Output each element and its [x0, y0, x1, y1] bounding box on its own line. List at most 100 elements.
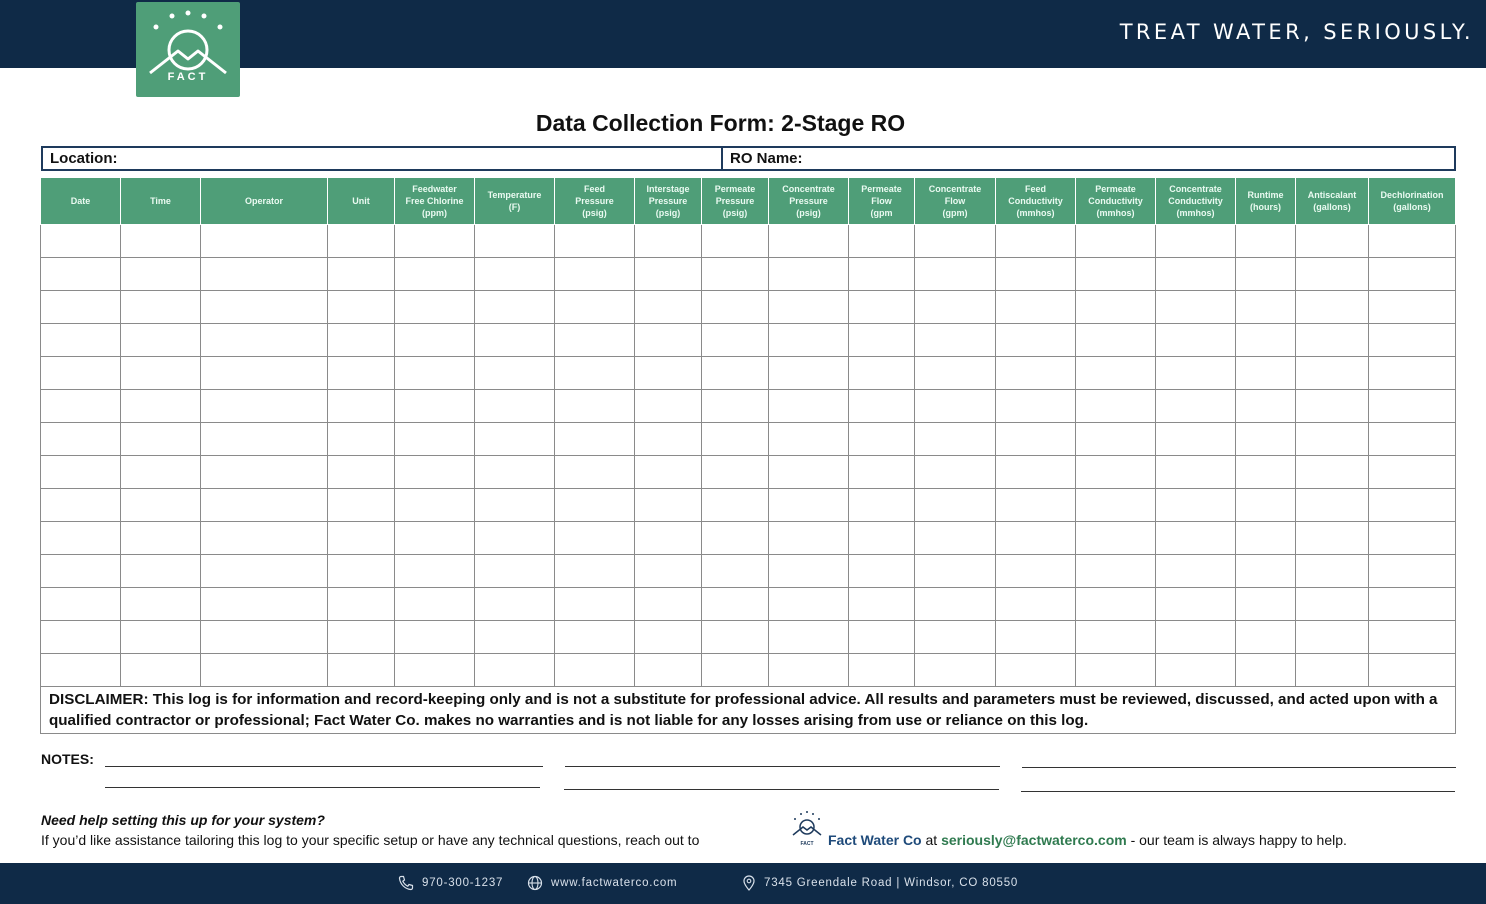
- entry-cell[interactable]: [1075, 620, 1156, 654]
- entry-cell[interactable]: [120, 554, 201, 588]
- entry-cell[interactable]: [327, 224, 395, 258]
- entry-cell[interactable]: [634, 620, 702, 654]
- entry-cell[interactable]: [914, 224, 996, 258]
- entry-cell[interactable]: [768, 488, 849, 522]
- entry-cell[interactable]: [394, 257, 475, 291]
- entry-cell[interactable]: [701, 554, 769, 588]
- notes-line[interactable]: [564, 789, 999, 790]
- entry-cell[interactable]: [40, 455, 121, 489]
- entry-cell[interactable]: [1368, 587, 1456, 621]
- entry-cell[interactable]: [120, 620, 201, 654]
- entry-cell[interactable]: [1075, 224, 1156, 258]
- entry-cell[interactable]: [40, 356, 121, 390]
- entry-cell[interactable]: [474, 356, 555, 390]
- entry-cell[interactable]: [474, 455, 555, 489]
- entry-cell[interactable]: [634, 389, 702, 423]
- entry-cell[interactable]: [1155, 554, 1236, 588]
- entry-cell[interactable]: [1155, 521, 1236, 555]
- entry-cell[interactable]: [768, 521, 849, 555]
- entry-cell[interactable]: [995, 521, 1076, 555]
- entry-cell[interactable]: [40, 323, 121, 357]
- entry-cell[interactable]: [394, 587, 475, 621]
- entry-cell[interactable]: [1368, 455, 1456, 489]
- notes-line[interactable]: [1021, 791, 1455, 792]
- entry-cell[interactable]: [40, 257, 121, 291]
- entry-cell[interactable]: [1075, 653, 1156, 687]
- entry-cell[interactable]: [554, 323, 635, 357]
- entry-cell[interactable]: [995, 620, 1076, 654]
- entry-cell[interactable]: [995, 224, 1076, 258]
- entry-cell[interactable]: [995, 488, 1076, 522]
- entry-cell[interactable]: [200, 488, 328, 522]
- entry-cell[interactable]: [634, 257, 702, 291]
- entry-cell[interactable]: [1235, 389, 1296, 423]
- entry-cell[interactable]: [701, 488, 769, 522]
- entry-cell[interactable]: [701, 224, 769, 258]
- entry-cell[interactable]: [40, 389, 121, 423]
- entry-cell[interactable]: [1295, 323, 1369, 357]
- entry-cell[interactable]: [554, 356, 635, 390]
- entry-cell[interactable]: [474, 521, 555, 555]
- entry-cell[interactable]: [327, 521, 395, 555]
- entry-cell[interactable]: [1155, 455, 1236, 489]
- entry-cell[interactable]: [40, 290, 121, 324]
- entry-cell[interactable]: [1075, 257, 1156, 291]
- entry-cell[interactable]: [554, 422, 635, 456]
- entry-cell[interactable]: [701, 422, 769, 456]
- entry-cell[interactable]: [554, 554, 635, 588]
- entry-cell[interactable]: [1155, 389, 1236, 423]
- entry-cell[interactable]: [1235, 554, 1296, 588]
- entry-cell[interactable]: [1295, 257, 1369, 291]
- entry-cell[interactable]: [1368, 488, 1456, 522]
- entry-cell[interactable]: [394, 554, 475, 588]
- entry-cell[interactable]: [1155, 587, 1236, 621]
- footer-phone[interactable]: 970-300-1237: [398, 875, 503, 891]
- entry-cell[interactable]: [120, 356, 201, 390]
- entry-cell[interactable]: [1235, 620, 1296, 654]
- entry-cell[interactable]: [634, 554, 702, 588]
- entry-cell[interactable]: [1075, 455, 1156, 489]
- entry-cell[interactable]: [848, 422, 915, 456]
- entry-cell[interactable]: [120, 521, 201, 555]
- entry-cell[interactable]: [768, 455, 849, 489]
- entry-cell[interactable]: [1235, 653, 1296, 687]
- entry-cell[interactable]: [768, 290, 849, 324]
- entry-cell[interactable]: [1155, 356, 1236, 390]
- entry-cell[interactable]: [1368, 323, 1456, 357]
- entry-cell[interactable]: [1075, 488, 1156, 522]
- entry-cell[interactable]: [995, 257, 1076, 291]
- entry-cell[interactable]: [200, 587, 328, 621]
- entry-cell[interactable]: [914, 554, 996, 588]
- entry-cell[interactable]: [327, 587, 395, 621]
- entry-cell[interactable]: [1295, 587, 1369, 621]
- entry-cell[interactable]: [1295, 521, 1369, 555]
- entry-cell[interactable]: [701, 389, 769, 423]
- entry-cell[interactable]: [1155, 620, 1236, 654]
- entry-cell[interactable]: [200, 422, 328, 456]
- entry-cell[interactable]: [848, 554, 915, 588]
- entry-cell[interactable]: [914, 257, 996, 291]
- entry-cell[interactable]: [634, 488, 702, 522]
- entry-cell[interactable]: [768, 653, 849, 687]
- entry-cell[interactable]: [1368, 620, 1456, 654]
- notes-line[interactable]: [105, 766, 543, 767]
- entry-cell[interactable]: [200, 521, 328, 555]
- entry-cell[interactable]: [1295, 554, 1369, 588]
- entry-cell[interactable]: [848, 323, 915, 357]
- entry-cell[interactable]: [1075, 356, 1156, 390]
- entry-cell[interactable]: [914, 653, 996, 687]
- entry-cell[interactable]: [914, 290, 996, 324]
- entry-cell[interactable]: [554, 290, 635, 324]
- entry-cell[interactable]: [914, 455, 996, 489]
- entry-cell[interactable]: [1075, 389, 1156, 423]
- entry-cell[interactable]: [200, 257, 328, 291]
- entry-cell[interactable]: [1155, 653, 1236, 687]
- entry-cell[interactable]: [1295, 290, 1369, 324]
- entry-cell[interactable]: [200, 224, 328, 258]
- entry-cell[interactable]: [1295, 356, 1369, 390]
- entry-cell[interactable]: [914, 620, 996, 654]
- entry-cell[interactable]: [701, 521, 769, 555]
- entry-cell[interactable]: [634, 587, 702, 621]
- entry-cell[interactable]: [200, 323, 328, 357]
- entry-cell[interactable]: [1235, 422, 1296, 456]
